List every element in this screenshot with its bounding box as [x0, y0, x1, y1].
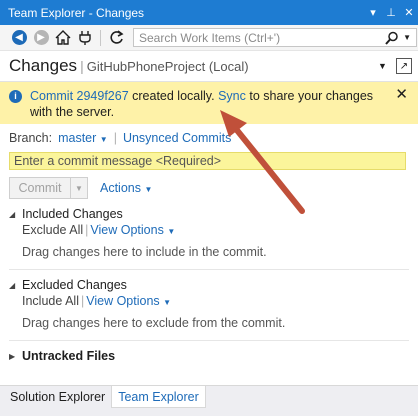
chevron-down-icon: ▼: [167, 227, 176, 236]
page-header: Changes | GitHubPhoneProject (Local) ▼ ↗: [0, 51, 418, 82]
include-all-link[interactable]: Include All: [22, 294, 79, 308]
view-options-label: View Options: [90, 223, 164, 237]
excluded-view-options[interactable]: View Options ▼: [86, 294, 171, 308]
toolbar-separator: [100, 29, 101, 46]
untracked-files-header[interactable]: ▶ Untracked Files: [9, 349, 115, 363]
toolbar: ◀ ▶ Search Work Items (Ctrl+') ▼: [0, 25, 418, 51]
section-divider: [9, 340, 409, 341]
home-icon: [55, 30, 71, 45]
dropdown-icon[interactable]: ▾: [364, 6, 382, 19]
title-bar: Team Explorer - Changes ▾ ⊥ ✕: [0, 0, 418, 25]
chevron-down-icon: ▼: [75, 183, 83, 193]
commit-dropdown-button[interactable]: ▼: [71, 177, 88, 199]
page-title: Changes: [9, 56, 78, 75]
bottom-tabs: Solution Explorer Team Explorer: [0, 385, 418, 416]
search-work-items-input[interactable]: Search Work Items (Ctrl+') ▼: [133, 28, 417, 47]
section-divider: [9, 269, 409, 270]
commit-message-input[interactable]: Enter a commit message <Required>: [9, 152, 406, 170]
info-bar: i Commit 2949f267 created locally. Sync …: [0, 82, 418, 124]
commit-button[interactable]: Commit: [9, 177, 71, 199]
refresh-button[interactable]: [105, 28, 127, 48]
search-dropdown-icon[interactable]: ▼: [403, 33, 411, 42]
popout-icon[interactable]: ↗: [396, 58, 412, 74]
close-icon[interactable]: ✕: [400, 6, 418, 19]
branch-value: master: [58, 131, 97, 145]
chevron-down-icon: ▼: [163, 298, 172, 307]
info-text-created: created locally.: [128, 89, 219, 103]
unsynced-commits-link[interactable]: Unsynced Commits: [123, 131, 231, 145]
included-changes-title: Included Changes: [22, 207, 123, 221]
expand-triangle-icon: ◢: [9, 280, 16, 290]
excluded-changes-title: Excluded Changes: [22, 278, 127, 292]
pin-icon[interactable]: ⊥: [382, 6, 400, 19]
chevron-down-icon: ▼: [99, 135, 108, 144]
options-separator: |: [85, 223, 89, 237]
search-placeholder: Search Work Items (Ctrl+'): [139, 30, 281, 45]
included-changes-header[interactable]: ◢ Included Changes: [9, 207, 123, 221]
connect-button[interactable]: [74, 28, 96, 48]
home-button[interactable]: [52, 28, 74, 48]
info-icon: i: [9, 90, 22, 103]
branch-label: Branch:: [9, 131, 53, 145]
collapsed-triangle-icon: ▶: [9, 351, 16, 361]
sync-link[interactable]: Sync: [218, 89, 246, 103]
back-button[interactable]: ◀: [8, 28, 30, 48]
options-separator: |: [80, 294, 85, 308]
close-info-icon[interactable]: ✕: [395, 87, 408, 103]
forward-button[interactable]: ▶: [30, 28, 52, 48]
forward-arrow-icon: ▶: [33, 30, 49, 45]
untracked-files-title: Untracked Files: [22, 349, 116, 363]
repository-name: GitHubPhoneProject (Local): [86, 58, 249, 74]
excluded-drop-hint: Drag changes here to exclude from the co…: [22, 316, 286, 330]
search-icon[interactable]: [385, 31, 399, 45]
actions-label: Actions: [100, 181, 141, 195]
branch-row: Branch: master ▼ | Unsynced Commits: [9, 131, 231, 145]
plug-icon: [79, 30, 91, 45]
included-view-options[interactable]: View Options ▼: [90, 223, 175, 237]
included-options-row: Exclude All | View Options ▼: [22, 223, 175, 237]
tab-team-explorer[interactable]: Team Explorer: [111, 386, 206, 408]
header-separator: |: [80, 58, 84, 74]
view-options-label: View Options: [86, 294, 160, 308]
back-arrow-icon: ◀: [11, 30, 27, 45]
exclude-all-link[interactable]: Exclude All: [22, 223, 83, 237]
chevron-down-icon: ▼: [144, 185, 153, 194]
commit-link[interactable]: Commit 2949f267: [30, 89, 129, 103]
branch-separator: |: [113, 131, 117, 145]
team-explorer-window: Team Explorer - Changes ▾ ⊥ ✕ ◀ ▶ Search…: [0, 0, 418, 416]
window-title: Team Explorer - Changes: [8, 5, 145, 20]
page-dropdown-icon[interactable]: ▼: [378, 61, 392, 71]
excluded-changes-header[interactable]: ◢ Excluded Changes: [9, 278, 127, 292]
branch-selector[interactable]: master ▼: [58, 131, 108, 145]
excluded-options-row: Include All | View Options ▼: [22, 294, 171, 308]
refresh-icon: [109, 30, 124, 44]
tab-solution-explorer[interactable]: Solution Explorer: [4, 386, 111, 408]
actions-menu[interactable]: Actions ▼: [100, 181, 152, 195]
included-drop-hint: Drag changes here to include in the comm…: [22, 245, 267, 259]
expand-triangle-icon: ◢: [9, 209, 16, 219]
commit-row: Commit ▼ Actions ▼: [9, 177, 152, 199]
